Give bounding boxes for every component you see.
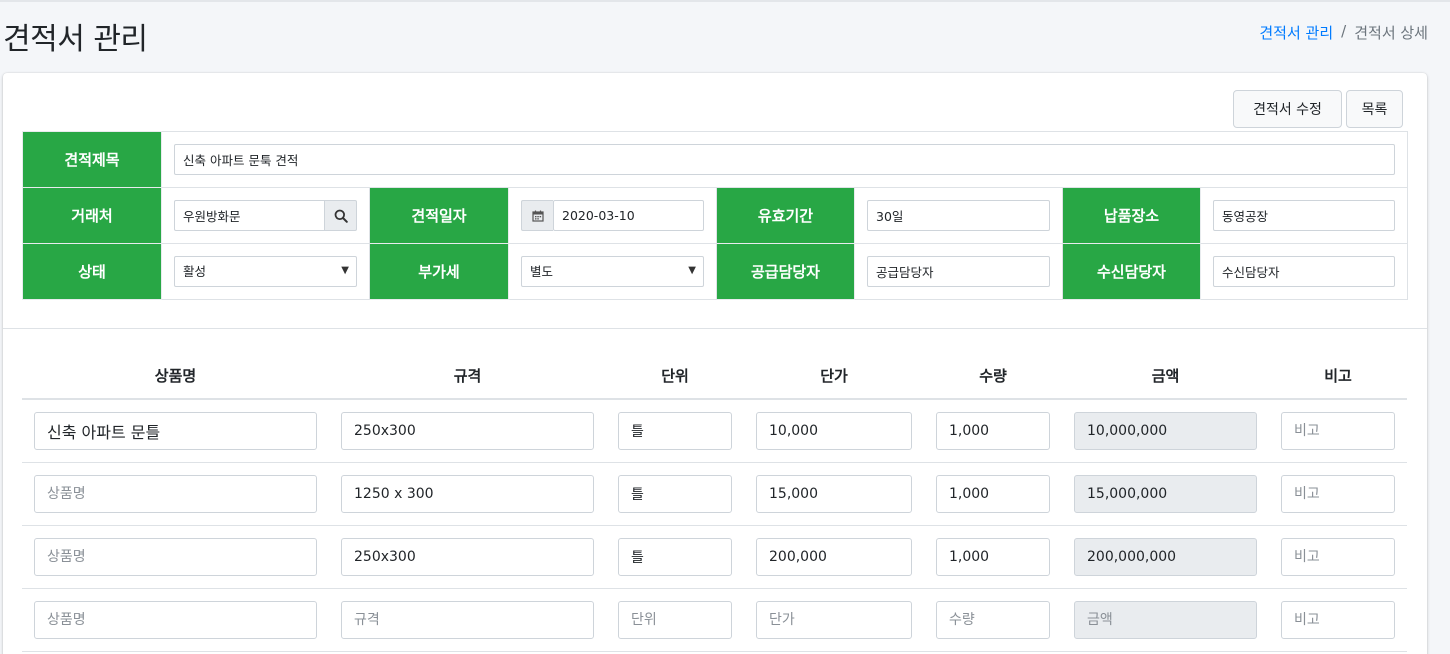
product-name-input[interactable] (34, 412, 317, 450)
spec-input[interactable] (341, 412, 594, 450)
vat-select[interactable]: 별도 ▼ (521, 256, 704, 287)
quote-title-input[interactable] (174, 144, 1396, 175)
header-amount: 금액 (1151, 367, 1180, 385)
client-label: 거래처 (22, 187, 162, 244)
supplier-manager-label: 공급담당자 (716, 243, 855, 300)
client-search-button[interactable] (325, 200, 357, 231)
spec-input[interactable] (341, 601, 594, 639)
table-row (22, 589, 1407, 652)
amount-input[interactable] (1074, 538, 1257, 576)
validity-label: 유효기간 (716, 187, 855, 244)
quote-info-table: 견적제목 거래처 견적일자 (22, 131, 1409, 300)
header-unit-price: 단가 (820, 367, 848, 385)
breadcrumb-link-quote-management[interactable]: 견적서 관리 (1259, 22, 1333, 43)
header-product-name: 상품명 (154, 367, 197, 385)
product-name-input[interactable] (34, 601, 317, 639)
product-name-input[interactable] (34, 475, 317, 513)
unit-price-input[interactable] (756, 475, 912, 513)
spec-input[interactable] (341, 475, 594, 513)
status-row: 상태 활성 ▼ 부가세 별도 ▼ 공급담당자 수신담당자 (22, 243, 1409, 300)
edit-quote-button[interactable]: 견적서 수정 (1233, 90, 1342, 128)
validity-input[interactable] (867, 200, 1050, 231)
quantity-input[interactable] (936, 412, 1050, 450)
client-input-group (174, 200, 357, 231)
status-label: 상태 (22, 243, 162, 300)
vat-label: 부가세 (369, 243, 509, 300)
table-row (22, 526, 1407, 589)
unit-input[interactable] (618, 475, 732, 513)
remarks-input[interactable] (1281, 475, 1395, 513)
header-spec: 규격 (453, 367, 482, 385)
amount-input[interactable] (1074, 601, 1257, 639)
title-row: 견적제목 (22, 131, 1409, 188)
quantity-input[interactable] (936, 538, 1050, 576)
header-unit: 단위 (661, 367, 689, 385)
remarks-input[interactable] (1281, 412, 1395, 450)
top-border (0, 0, 1450, 2)
remarks-input[interactable] (1281, 601, 1395, 639)
unit-price-input[interactable] (756, 601, 912, 639)
product-name-input[interactable] (34, 538, 317, 576)
amount-input[interactable] (1074, 475, 1257, 513)
unit-input[interactable] (618, 538, 732, 576)
receiver-manager-label: 수신담당자 (1062, 243, 1201, 300)
status-select-value: 활성 (174, 256, 357, 287)
remarks-input[interactable] (1281, 538, 1395, 576)
table-row (22, 400, 1407, 463)
quantity-input[interactable] (936, 601, 1050, 639)
delivery-location-input[interactable] (1213, 200, 1396, 231)
supplier-manager-input[interactable] (867, 256, 1050, 287)
amount-input[interactable] (1074, 412, 1257, 450)
delivery-location-label: 납품장소 (1062, 187, 1201, 244)
calendar-addon[interactable] (521, 200, 553, 231)
status-select[interactable]: 활성 ▼ (174, 256, 357, 287)
quote-date-input-group (521, 200, 704, 231)
quote-date-label: 견적일자 (369, 187, 509, 244)
breadcrumb-separator: / (1341, 22, 1347, 40)
calendar-icon (531, 210, 544, 222)
vat-select-value: 별도 (521, 256, 704, 287)
quantity-input[interactable] (936, 475, 1050, 513)
header-remarks: 비고 (1324, 367, 1352, 385)
unit-price-input[interactable] (756, 538, 912, 576)
items-header-row: 상품명 규격 단위 단가 수량 금액 비고 (22, 347, 1407, 400)
breadcrumb-current: 견적서 상세 (1354, 24, 1428, 42)
header-quantity: 수량 (979, 367, 1007, 385)
receiver-manager-input[interactable] (1213, 256, 1396, 287)
breadcrumb: 견적서 관리 / 견적서 상세 (1259, 22, 1428, 43)
quote-detail-card: 견적서 수정 목록 견적제목 거래처 (3, 73, 1427, 654)
list-button[interactable]: 목록 (1346, 90, 1403, 128)
unit-price-input[interactable] (756, 412, 912, 450)
client-row: 거래처 견적일자 (22, 187, 1409, 244)
quote-date-input[interactable] (553, 200, 704, 231)
unit-input[interactable] (618, 412, 732, 450)
unit-input[interactable] (618, 601, 732, 639)
search-icon (334, 209, 348, 223)
page-title: 견적서 관리 (3, 22, 148, 57)
client-input[interactable] (174, 200, 325, 231)
section-divider (3, 328, 1427, 329)
spec-input[interactable] (341, 538, 594, 576)
table-row (22, 463, 1407, 526)
quote-title-label: 견적제목 (22, 131, 162, 188)
